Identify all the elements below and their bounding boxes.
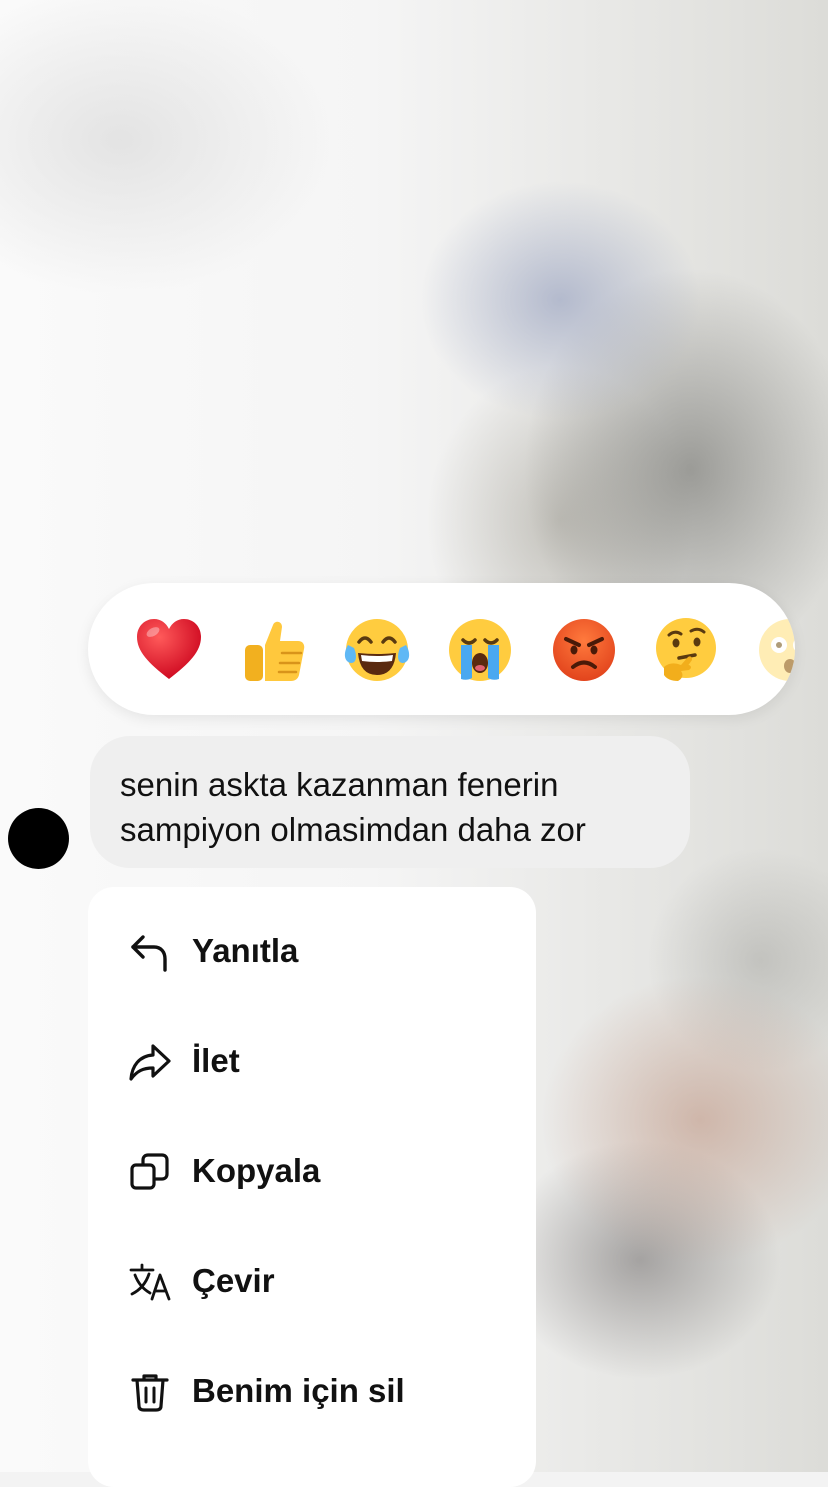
reaction-bar [88, 583, 795, 715]
astonished-face-icon [759, 619, 795, 681]
loudly-crying-icon [449, 619, 511, 681]
translate-menu-item[interactable]: Çevir [88, 1226, 536, 1336]
crying-reaction-button[interactable] [445, 615, 515, 685]
thumbs-up-reaction-button[interactable] [238, 615, 308, 685]
tears-of-joy-icon [344, 619, 410, 681]
copy-icon [128, 1150, 172, 1194]
message-text-line-1: senin askta kazanman fenerin [120, 766, 559, 803]
reply-arrow-icon [128, 930, 172, 974]
astonished-reaction-button[interactable] [755, 615, 795, 685]
forward-menu-item[interactable]: İlet [88, 1006, 536, 1116]
thinking-face-icon [656, 618, 716, 681]
angry-face-icon [553, 619, 615, 681]
copy-label: Kopyala [192, 1152, 321, 1189]
tears-of-joy-reaction-button[interactable] [342, 615, 412, 685]
forward-label: İlet [192, 1042, 240, 1079]
translate-icon [128, 1260, 172, 1304]
avatar[interactable] [8, 808, 69, 869]
forward-arrow-icon [128, 1040, 172, 1084]
angry-reaction-button[interactable] [549, 615, 619, 685]
translate-label: Çevir [192, 1262, 275, 1299]
thinking-reaction-button[interactable] [651, 615, 721, 685]
heart-reaction-button[interactable] [134, 615, 204, 685]
trash-icon [128, 1370, 172, 1414]
message-bubble[interactable]: senin askta kazanman fenerin sampiyon ol… [90, 736, 690, 868]
reply-label: Yanıtla [192, 932, 299, 969]
red-heart-icon [137, 619, 201, 679]
copy-menu-item[interactable]: Kopyala [88, 1116, 536, 1226]
reply-menu-item[interactable]: Yanıtla [88, 896, 536, 1006]
message-context-menu: Yanıtla İlet Kopyala Çevir Benim için si… [88, 887, 536, 1487]
message-text-line-2: sampiyon olmasimdan daha zor [120, 811, 586, 848]
thumbs-up-icon [245, 621, 305, 681]
delete-for-me-label: Benim için sil [192, 1372, 405, 1409]
delete-for-me-menu-item[interactable]: Benim için sil [88, 1336, 536, 1446]
